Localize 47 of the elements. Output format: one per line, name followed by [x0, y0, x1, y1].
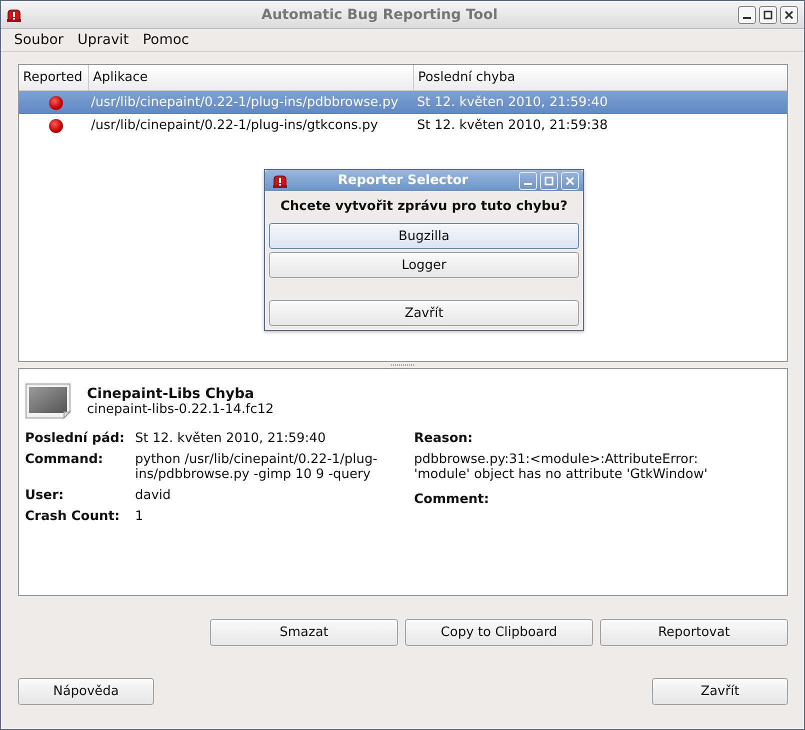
field-value: david [135, 488, 172, 503]
table-cell-text: /usr/lib/cinepaint/0.22-1/plug-ins/gtkcons.py [90, 118, 379, 133]
field-value: 1 [135, 509, 144, 524]
close-icon [784, 10, 794, 20]
package-icon [25, 383, 71, 419]
alert-icon [273, 174, 287, 188]
help-button[interactable]: Nápověda [18, 678, 154, 705]
close-button[interactable]: Zavřít [652, 678, 788, 705]
dialog-title: Reporter Selector [336, 173, 470, 188]
column-header[interactable]: Aplikace [89, 65, 414, 90]
crash-row[interactable]: /usr/lib/cinepaint/0.22-1/plug-ins/gtkcons.py St 12. květen 2010, 21:59:38 [19, 114, 787, 137]
alert-icon [7, 8, 21, 22]
package-title: Cinepaint-Libs Chyba [87, 386, 256, 402]
close-button[interactable] [780, 6, 798, 24]
close-icon [565, 176, 575, 186]
field-label: Reason: [414, 431, 474, 446]
table-cell-text: St 12. květen 2010, 21:59:38 [416, 118, 609, 133]
table-cell-text: /usr/lib/cinepaint/0.22-1/plug-ins/pdbbrowse.py [90, 95, 400, 110]
field-label: Comment: [414, 492, 490, 507]
table-cell-text: St 12. květen 2010, 21:59:40 [416, 95, 609, 110]
action-button[interactable]: Copy to Clipboard [405, 619, 593, 646]
minimize-icon [524, 183, 532, 185]
dialog-question: Chcete vytvořit zprávu pro tuto chybu? [279, 199, 569, 214]
field-label: Crash Count: [25, 509, 121, 524]
package-version: cinepaint-libs-0.22.1-14.fc12 [87, 402, 274, 416]
field-value: St 12. květen 2010, 21:59:40 [135, 431, 327, 446]
maximize-button[interactable] [759, 6, 777, 24]
close-button[interactable]: Zavřít [269, 300, 579, 326]
minimize-button[interactable] [738, 6, 756, 24]
action-button[interactable]: Reportovat [600, 619, 788, 646]
minimize-icon [743, 17, 751, 19]
window-title: Automatic Bug Reporting Tool [260, 6, 499, 22]
menu-item[interactable]: Soubor [7, 32, 71, 48]
maximize-icon [544, 176, 554, 186]
reporter-button[interactable]: Logger [269, 252, 579, 278]
field-value: pdbbrowse.py:31:<module>:AttributeError: 'module' object has no attribute 'GtkWindow' [414, 452, 709, 482]
reporter-button[interactable]: Bugzilla [269, 223, 579, 249]
menu-item[interactable]: Upravit [70, 32, 136, 48]
column-header[interactable]: Poslední chyba [414, 65, 787, 90]
field-value: python /usr/lib/cinepaint/0.22-1/plug-ins/pdbbrowse.py -gimp 10 9 -query [135, 452, 378, 482]
action-button[interactable]: Smazat [210, 619, 398, 646]
menu-item[interactable]: Pomoc [136, 32, 196, 48]
maximize-icon [763, 10, 773, 20]
column-header[interactable]: Reported [19, 65, 89, 90]
field-label: User: [25, 488, 65, 503]
field-label: Command: [25, 452, 104, 469]
field-label: Poslední pád: [25, 431, 126, 446]
